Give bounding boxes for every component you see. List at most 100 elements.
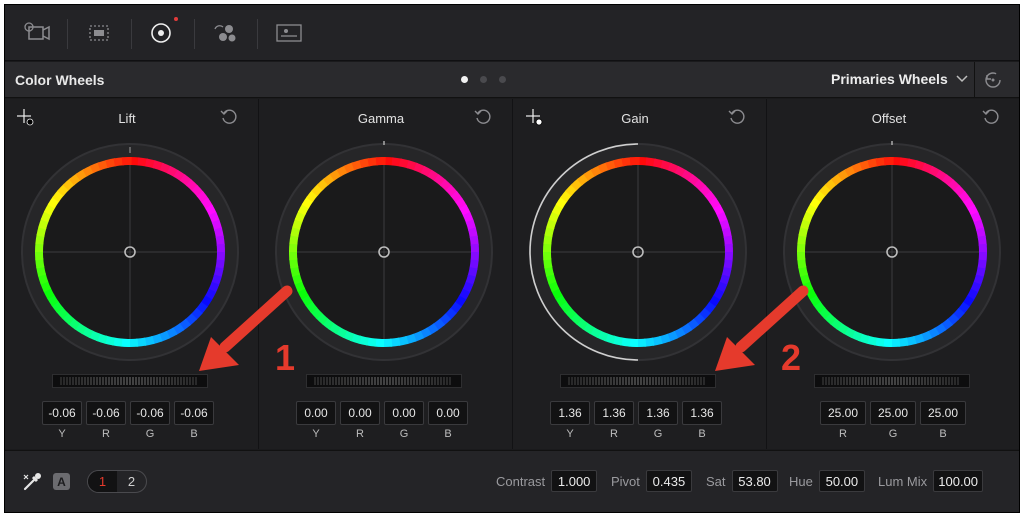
gamma-label: Gamma [357, 111, 405, 126]
offset-r-value[interactable]: 25.00 [820, 401, 866, 425]
wheel-separator [258, 99, 259, 449]
hue-param: Hue 50.00 [789, 470, 865, 492]
wheel-separator [766, 99, 767, 449]
gain-label: Gain [621, 111, 649, 126]
rgb-mixer-icon[interactable] [207, 17, 243, 49]
lift-g-value[interactable]: -0.06 [130, 401, 170, 425]
motion-effects-icon[interactable] [271, 17, 307, 49]
page-dot-1[interactable] [461, 76, 468, 83]
page-2-button[interactable]: 2 [117, 471, 146, 492]
lum-mix-param: Lum Mix 100.00 [878, 470, 984, 492]
channel-label: Y [566, 428, 574, 440]
gamma-channel-labels: Y R G B [296, 428, 468, 440]
channel-label: Y [312, 428, 320, 440]
lift-channel-labels: Y R G B [42, 428, 214, 440]
gamma-reset-icon[interactable] [473, 107, 493, 127]
lift-reset-icon[interactable] [219, 107, 239, 127]
gamma-y-value[interactable]: 0.00 [296, 401, 336, 425]
channel-label: G [653, 428, 663, 440]
panel-header: Color Wheels Primaries Wheels [5, 62, 1019, 98]
gain-g-value[interactable]: 1.36 [638, 401, 678, 425]
pivot-label: Pivot [611, 473, 640, 489]
gain-reset-icon[interactable] [727, 107, 747, 127]
wheel-separator [512, 99, 513, 449]
contrast-label: Contrast [496, 473, 546, 489]
toolbar-separator [67, 19, 68, 49]
channel-label: R [102, 428, 110, 440]
contrast-value[interactable]: 1.000 [551, 470, 598, 492]
channel-label: G [888, 428, 898, 440]
lift-picker-icon[interactable] [15, 107, 35, 127]
hue-value[interactable]: 50.00 [818, 470, 865, 492]
channel-label: R [356, 428, 364, 440]
camera-raw-icon[interactable] [19, 17, 55, 49]
channel-label: Y [58, 428, 66, 440]
eyedropper-icon[interactable] [21, 471, 43, 493]
gamma-color-wheel[interactable] [269, 137, 499, 367]
toolbar-separator [131, 19, 132, 49]
toolbar-separator [257, 19, 258, 49]
toolbar [5, 5, 1019, 61]
channel-label: B [190, 428, 198, 440]
offset-reset-icon[interactable] [981, 107, 1001, 127]
channel-label: G [399, 428, 409, 440]
panel-title: Color Wheels [15, 72, 105, 88]
chevron-down-icon [956, 75, 968, 83]
lift-y-value[interactable]: -0.06 [42, 401, 82, 425]
hue-label: Hue [789, 473, 813, 489]
wheels-mode-dropdown[interactable]: Primaries Wheels [831, 71, 968, 87]
contrast-param: Contrast 1.000 [496, 470, 598, 492]
lift-label: Lift [118, 111, 136, 126]
channel-label: B [939, 428, 947, 440]
channel-label: G [145, 428, 155, 440]
page-toggle: 1 2 [87, 470, 147, 493]
bottom-bar: A 1 2 Contrast 1.000 Pivot 0.435 Sat 53.… [5, 450, 1019, 512]
gamma-r-value[interactable]: 0.00 [340, 401, 380, 425]
gain-master-wheel[interactable] [560, 374, 716, 388]
lum-mix-value[interactable]: 100.00 [933, 470, 984, 492]
gamma-master-wheel[interactable] [306, 374, 462, 388]
sat-param: Sat 53.80 [706, 470, 778, 492]
gain-picker-icon[interactable] [524, 107, 544, 127]
page-dot-2[interactable] [480, 76, 487, 83]
pivot-value[interactable]: 0.435 [645, 470, 692, 492]
page-dot-3[interactable] [499, 76, 506, 83]
channel-label: R [839, 428, 847, 440]
offset-g-value[interactable]: 25.00 [870, 401, 916, 425]
wheels-mode-label: Primaries Wheels [831, 71, 948, 87]
wheels-area: Lift -0.06 -0.06 -0.06 -0.06 Y R G B Gam… [5, 99, 1019, 449]
color-wheels-icon[interactable] [143, 17, 179, 49]
gain-r-value[interactable]: 1.36 [594, 401, 634, 425]
gain-channel-labels: Y R G B [550, 428, 722, 440]
active-indicator-dot [174, 17, 178, 21]
offset-values: 25.00 25.00 25.00 [820, 401, 966, 425]
lift-master-wheel[interactable] [52, 374, 208, 388]
gamma-b-value[interactable]: 0.00 [428, 401, 468, 425]
color-match-icon[interactable] [81, 17, 117, 49]
channel-label: R [610, 428, 618, 440]
offset-color-wheel[interactable] [777, 137, 1007, 367]
page-1-button[interactable]: 1 [88, 471, 117, 492]
lum-mix-label: Lum Mix [878, 473, 928, 489]
header-separator [974, 62, 975, 98]
offset-label: Offset [871, 111, 907, 126]
channel-label: B [444, 428, 452, 440]
annotation-number-2: 2 [781, 337, 802, 378]
lift-r-value[interactable]: -0.06 [86, 401, 126, 425]
offset-b-value[interactable]: 25.00 [920, 401, 966, 425]
gamma-g-value[interactable]: 0.00 [384, 401, 424, 425]
lift-values: -0.06 -0.06 -0.06 -0.06 [42, 401, 214, 425]
channel-label: B [698, 428, 706, 440]
auto-balance-button[interactable]: A [53, 473, 70, 490]
gain-y-value[interactable]: 1.36 [550, 401, 590, 425]
offset-master-wheel[interactable] [814, 374, 970, 388]
color-wheels-panel: Color Wheels Primaries Wheels Lift -0.06… [4, 4, 1020, 513]
gain-values: 1.36 1.36 1.36 1.36 [550, 401, 722, 425]
sat-value[interactable]: 53.80 [731, 470, 778, 492]
gain-b-value[interactable]: 1.36 [682, 401, 722, 425]
gamma-values: 0.00 0.00 0.00 0.00 [296, 401, 468, 425]
pivot-param: Pivot 0.435 [611, 470, 692, 492]
lift-b-value[interactable]: -0.06 [174, 401, 214, 425]
sat-label: Sat [706, 473, 726, 489]
reset-all-icon[interactable] [983, 70, 1003, 90]
